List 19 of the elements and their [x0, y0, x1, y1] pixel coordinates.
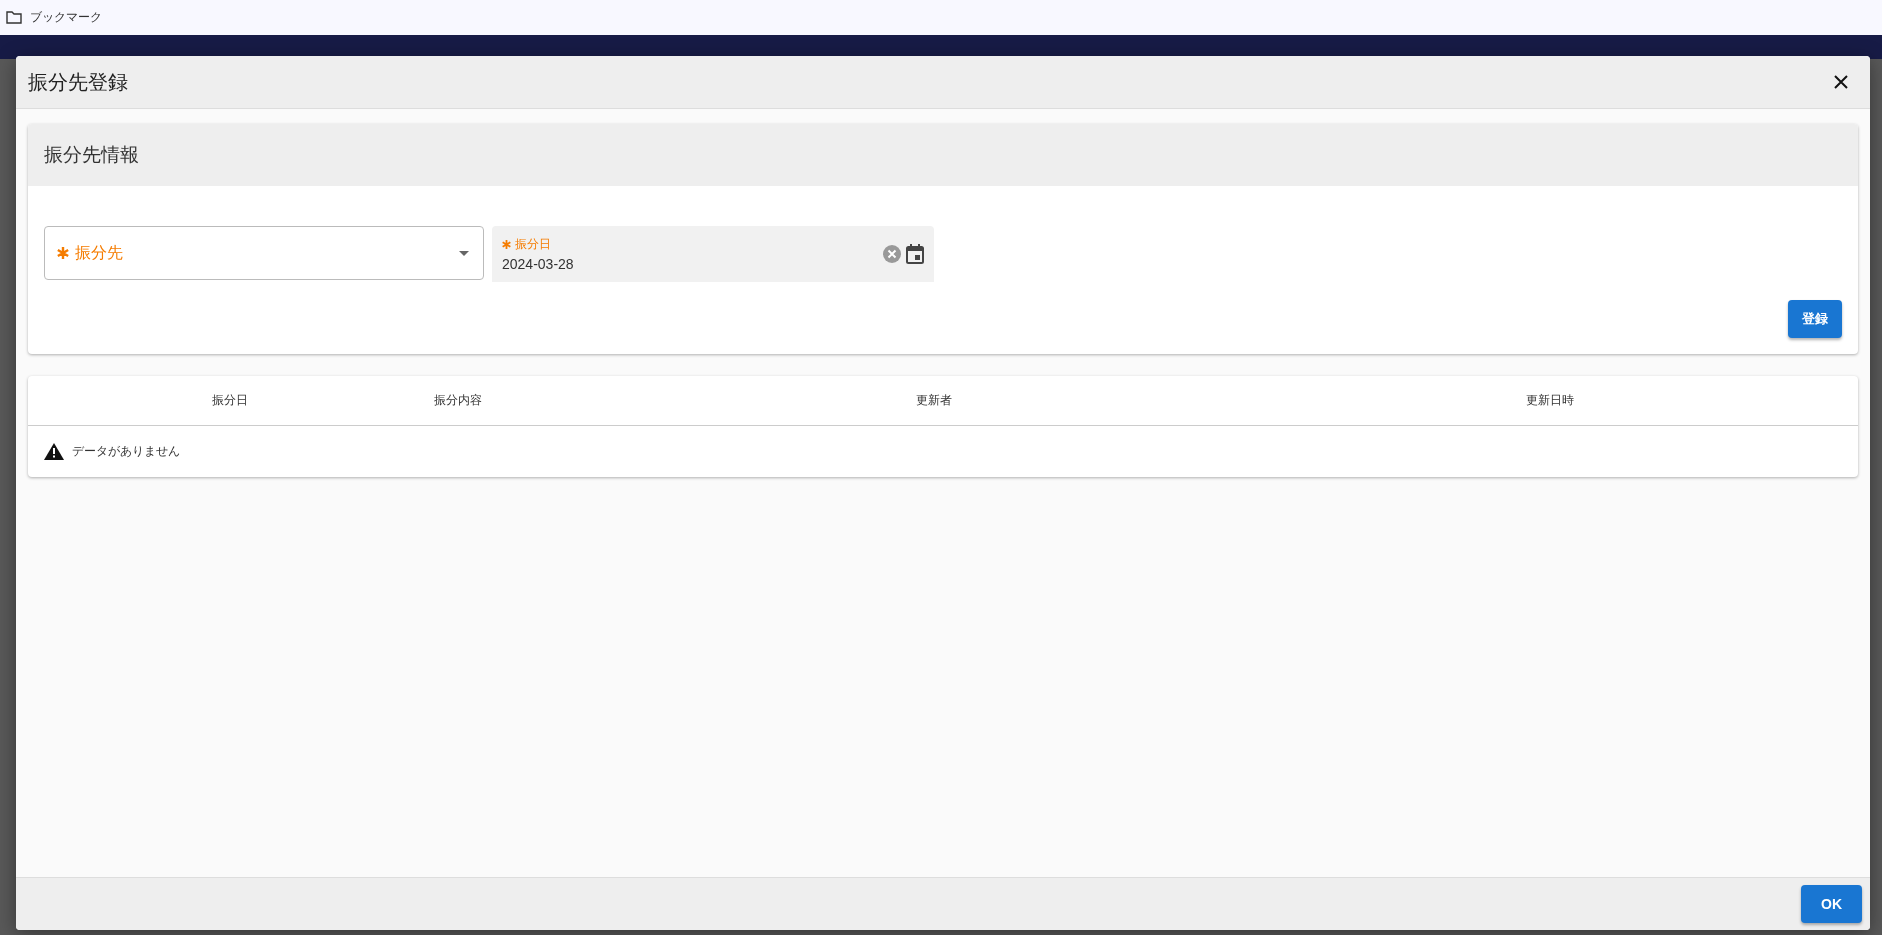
section-title: 振分先情報 [44, 143, 139, 167]
register-button[interactable]: 登録 [1788, 300, 1842, 338]
empty-message: データがありません [72, 443, 180, 460]
field-value: 2024-03-28 [502, 256, 575, 272]
field-label: 振分先 [75, 242, 124, 263]
close-icon [1834, 75, 1848, 89]
dialog-title: 振分先登録 [28, 69, 128, 95]
warning-icon [44, 443, 64, 460]
bookmark-label[interactable]: ブックマーク [30, 9, 102, 26]
ok-button[interactable]: OK [1801, 885, 1862, 923]
column-header[interactable]: 更新日時 [1526, 393, 1575, 407]
field-label: 振分日 [515, 236, 551, 253]
column-header[interactable]: 振分日 [212, 393, 249, 407]
date-field[interactable]: 振分日 2024-03-28 [492, 226, 934, 282]
folder-icon [6, 11, 22, 24]
dropdown-caret-icon [459, 250, 469, 256]
column-header[interactable]: 振分内容 [433, 393, 482, 407]
column-header[interactable]: 更新者 [916, 393, 953, 407]
calendar-icon[interactable] [906, 244, 924, 264]
